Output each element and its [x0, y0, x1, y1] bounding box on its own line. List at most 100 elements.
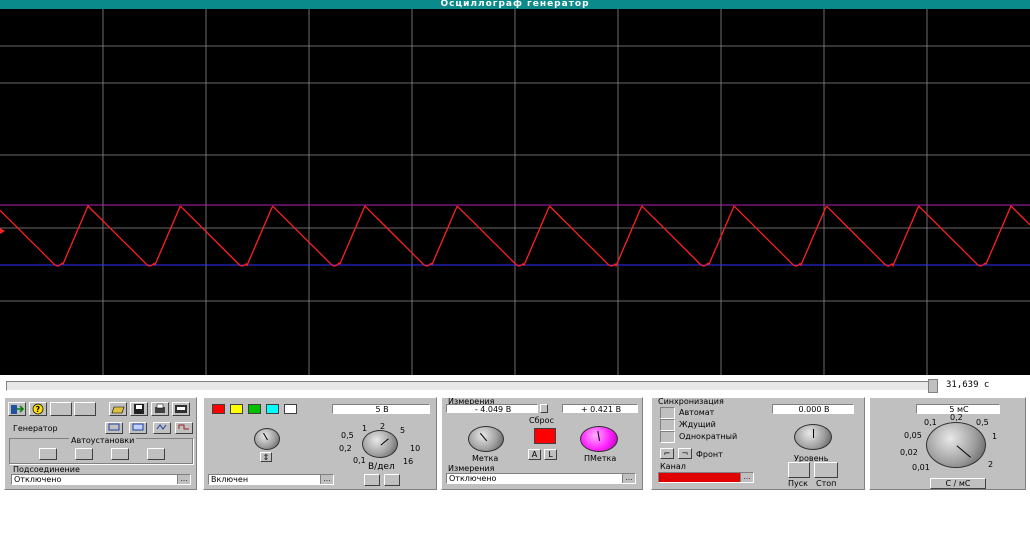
marker-b-button[interactable]: L — [544, 449, 557, 460]
scale-tick: 16 — [403, 457, 414, 466]
marker1-value: - 4,049 В — [446, 404, 538, 413]
blank-button[interactable] — [74, 402, 96, 416]
front-fall-button[interactable]: ¬ — [678, 448, 692, 459]
oscilloscope-screen — [0, 9, 1030, 375]
scale-tick: 0,1 — [353, 456, 366, 465]
timebase-tick: 0,01 — [912, 463, 930, 472]
timebase-tick: 0,1 — [924, 418, 937, 427]
help-icon[interactable]: ? — [29, 402, 47, 416]
marker1-knob[interactable] — [468, 426, 504, 452]
chevron-down-icon[interactable]: … — [320, 475, 333, 484]
settings-icon[interactable] — [172, 402, 190, 416]
window-title: Осциллограф генератор — [0, 0, 1030, 9]
marker-a-button[interactable]: A — [528, 449, 541, 460]
scroll-track[interactable] — [6, 381, 937, 391]
color-swatch-green[interactable] — [248, 404, 261, 414]
gen-mode-button[interactable] — [129, 422, 147, 434]
volts-readout: 5 В — [332, 404, 430, 414]
front-rise-button[interactable]: ⌐ — [660, 448, 674, 459]
autotest-button-1[interactable] — [39, 448, 57, 460]
generator-label: Генератор — [13, 424, 58, 433]
autotest-label: Автоустановки — [69, 436, 137, 445]
level-knob[interactable] — [794, 424, 832, 450]
marker2-value: + 0,421 В — [562, 404, 638, 413]
color-swatch-white[interactable] — [284, 404, 297, 414]
gen-mode-button[interactable] — [153, 422, 171, 434]
stop-label: Стоп — [816, 479, 837, 488]
gen-mode-button[interactable] — [175, 422, 193, 434]
connection-select[interactable]: Отключено … — [11, 474, 191, 485]
gen-mode-button[interactable] — [105, 422, 123, 434]
scale-tick: 2 — [380, 422, 386, 431]
scale-tick: 0,5 — [341, 431, 354, 440]
channel-mode-button[interactable] — [384, 474, 400, 486]
connection-value: Отключено — [14, 475, 62, 484]
timebase-tick: 0,05 — [904, 431, 922, 440]
timebase-knob[interactable] — [926, 422, 986, 468]
sync-option: Автомат — [679, 408, 715, 417]
front-label: Фронт — [696, 450, 723, 459]
chevron-down-icon[interactable]: … — [177, 475, 190, 484]
channel-panel: 5 В ⇕ 0,1 0,2 0,5 1 2 5 10 16 В/дел Вклю… — [203, 397, 437, 490]
save-icon[interactable] — [130, 402, 148, 416]
sync-single-checkbox[interactable] — [660, 431, 675, 443]
offset-knob[interactable] — [254, 428, 280, 450]
timebase-tick: 0,5 — [976, 418, 989, 427]
autotest-button-2[interactable] — [75, 448, 93, 460]
marker2-label: ПМетка — [584, 454, 617, 463]
exit-icon[interactable] — [8, 402, 26, 416]
open-icon[interactable] — [109, 402, 127, 416]
channel-marker-icon — [0, 228, 5, 234]
measure-source-value: Отключено — [449, 474, 497, 483]
svg-text:?: ? — [36, 405, 41, 414]
scale-tick: 1 — [362, 424, 368, 433]
start-button[interactable] — [788, 462, 810, 478]
channel-state-select[interactable]: Включен … — [208, 474, 334, 485]
waveform-display — [0, 9, 1030, 375]
channel-label: Канал — [660, 462, 686, 471]
volts-per-div-knob[interactable] — [362, 430, 398, 458]
reset-label: Сброс — [529, 416, 554, 425]
sync-auto-checkbox[interactable] — [660, 407, 675, 419]
marker-button[interactable] — [540, 404, 548, 413]
sync-option: Ждущий — [679, 420, 716, 429]
blank-button[interactable] — [50, 402, 72, 416]
chevron-down-icon[interactable]: … — [740, 473, 753, 482]
sync-panel: Синхронизация Автомат Ждущий Однократный… — [651, 397, 865, 490]
timebase-tick: 0,02 — [900, 448, 918, 457]
autotest-button-4[interactable] — [147, 448, 165, 460]
time-scrollbar[interactable]: 31,639 c — [0, 375, 1030, 397]
channel-state-value: Включен — [211, 475, 249, 484]
sync-title: Синхронизация — [658, 397, 724, 406]
measure-source-label: Измерения — [448, 464, 495, 473]
measure-panel: Измерения - 4,049 В + 0,421 В Сброс Метк… — [441, 397, 643, 490]
scroll-thumb[interactable] — [928, 379, 938, 393]
stop-button[interactable] — [814, 462, 838, 478]
time-unit-button[interactable]: С / мС — [930, 478, 986, 489]
color-swatch-red[interactable] — [212, 404, 225, 414]
sync-channel-select[interactable]: … — [658, 472, 754, 483]
level-readout: 0.000 В — [772, 404, 854, 414]
timebase-tick: 1 — [992, 432, 998, 441]
chevron-down-icon[interactable]: … — [622, 474, 635, 483]
scale-tick: 0,2 — [339, 444, 352, 453]
color-swatch-yellow[interactable] — [230, 404, 243, 414]
scale-tick: 5 — [400, 426, 406, 435]
print-icon[interactable] — [151, 402, 169, 416]
generator-panel: ? Генератор Автоустановки Подсоединение … — [4, 397, 197, 490]
sync-option: Однократный — [679, 432, 738, 441]
offset-stepper[interactable]: ⇕ — [260, 452, 272, 462]
start-label: Пуск — [788, 479, 808, 488]
connection-label: Подсоединение — [13, 465, 80, 474]
marker1-label: Метка — [472, 454, 499, 463]
autotest-button-3[interactable] — [111, 448, 129, 460]
marker2-knob[interactable] — [580, 426, 618, 452]
color-swatch-cyan[interactable] — [266, 404, 279, 414]
time-readout: 31,639 c — [946, 380, 990, 390]
measure-source-select[interactable]: Отключено … — [446, 473, 636, 484]
scale-label: В/дел — [368, 462, 395, 472]
reset-button[interactable] — [534, 428, 556, 444]
channel-mode-button[interactable] — [364, 474, 380, 486]
sync-wait-checkbox[interactable] — [660, 419, 675, 431]
timebase-tick: 0,2 — [950, 413, 963, 422]
